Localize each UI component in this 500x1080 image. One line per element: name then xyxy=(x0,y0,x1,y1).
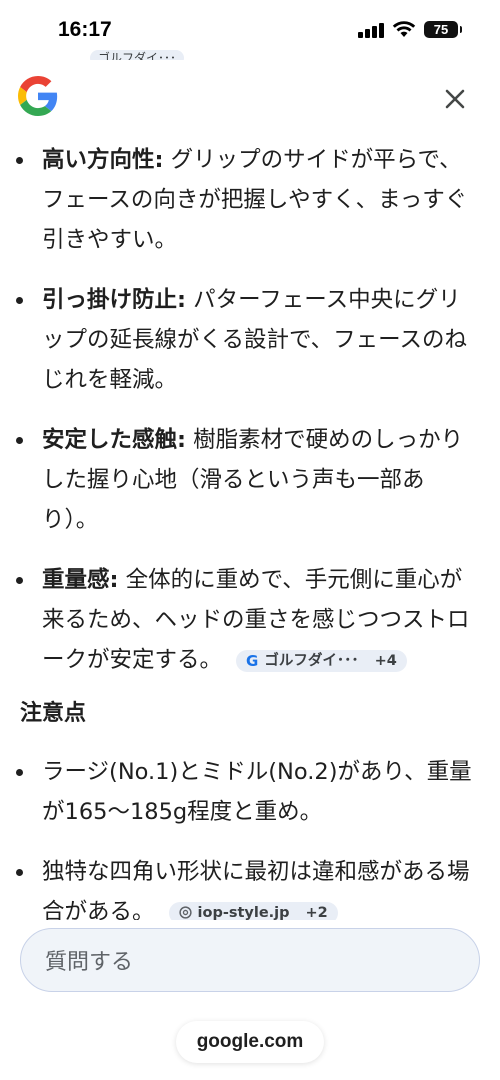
source-chip[interactable]: G ゴルフダイ･･･ +4 xyxy=(236,649,407,672)
list-item: ラージ(No.1)とミドル(No.2)があり、重量が165〜185g程度と重め。 xyxy=(16,752,474,832)
overview-header xyxy=(0,62,500,132)
close-button[interactable] xyxy=(438,82,472,116)
list-item: 高い方向性: グリップのサイドが平らで、フェースの向きが把握しやすく、まっすぐ引… xyxy=(16,140,474,260)
overview-content: 高い方向性: グリップのサイドが平らで、フェースの向きが把握しやすく、まっすぐ引… xyxy=(0,140,500,920)
note-text: ラージ(No.1)とミドル(No.2)があり、重量が165〜185g程度と重め。 xyxy=(42,759,472,825)
globe-icon xyxy=(178,906,192,919)
status-time: 16:17 xyxy=(58,18,112,41)
cellular-signal-icon xyxy=(358,22,384,38)
bullet-term: 安定した感触: xyxy=(42,427,186,453)
battery-icon: 75 xyxy=(424,21,462,38)
notes-heading: 注意点 xyxy=(20,701,87,726)
list-item: 引っ掛け防止: パターフェース中央にグリップの延長線がくる設計で、フェースのねじ… xyxy=(16,280,474,400)
feature-list: 高い方向性: グリップのサイドが平らで、フェースの向きが把握しやすく、まっすぐ引… xyxy=(0,140,500,680)
source-chip-label: ゴルフダイ･･･ xyxy=(264,652,359,669)
bullet-term: 高い方向性: xyxy=(42,147,164,173)
source-chip-more: +2 xyxy=(305,904,328,921)
domain-chip[interactable]: google.com xyxy=(176,1021,324,1063)
battery-level: 75 xyxy=(433,22,449,37)
list-item: 安定した感触: 樹脂素材で硬めのしっかりした握り心地（滑るという声も一部あり）。 xyxy=(16,420,474,540)
source-chip-label: iop-style.jp xyxy=(197,904,290,921)
notes-list: ラージ(No.1)とミドル(No.2)があり、重量が165〜185g程度と重め。… xyxy=(0,752,500,920)
ask-placeholder: 質問する xyxy=(45,950,134,975)
list-item: 独特な四角い形状に最初は違和感がある場合がある。 iop-style.jp +2 xyxy=(16,852,474,921)
peek-source-chip: ゴルフダイ･･･ xyxy=(90,50,185,60)
wifi-icon xyxy=(392,21,416,37)
bullet-term: 重量感: xyxy=(42,567,119,593)
source-chip[interactable]: iop-style.jp +2 xyxy=(168,901,338,921)
google-g-icon: G xyxy=(246,651,259,670)
google-logo xyxy=(18,76,58,116)
ask-input[interactable]: 質問する xyxy=(20,928,480,992)
source-chip-more: +4 xyxy=(374,652,397,669)
bullet-term: 引っ掛け防止: xyxy=(42,287,186,313)
close-icon xyxy=(445,89,465,109)
list-item: 重量感: 全体的に重めで、手元側に重心が来るため、ヘッドの重さを感じつつストロー… xyxy=(16,560,474,680)
previous-content-peek: ゴルフダイ･･･ xyxy=(20,46,260,60)
